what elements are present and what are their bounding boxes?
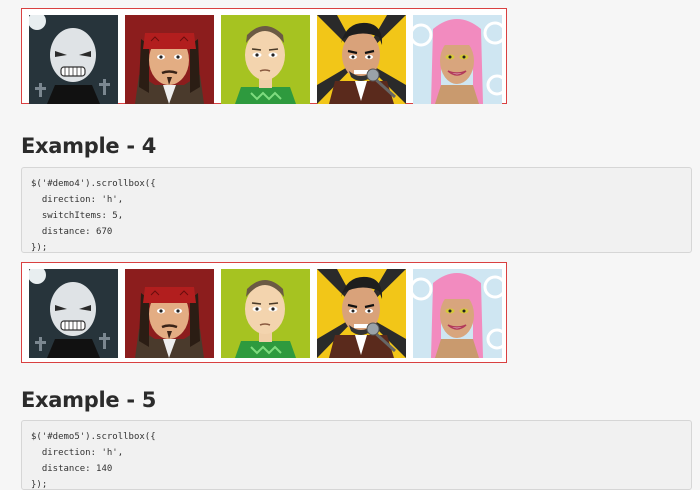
code-line: switchItems: 5, bbox=[31, 211, 124, 221]
avatar-bald-icon bbox=[221, 269, 310, 358]
avatar-bald[interactable] bbox=[221, 15, 310, 104]
scrollbox-gallery-demo4 bbox=[21, 262, 507, 363]
scrollbox-gallery bbox=[21, 8, 507, 104]
code-line: distance: 140 bbox=[31, 464, 113, 474]
example-5-heading: Example - 5 bbox=[21, 388, 157, 412]
example-4-heading: Example - 4 bbox=[21, 134, 157, 158]
code-line: direction: 'h', bbox=[31, 195, 124, 205]
example-4-code-block: $('#demo4').scrollbox({ direction: 'h', … bbox=[21, 167, 692, 253]
avatar-singer-icon bbox=[317, 269, 406, 358]
avatar-pink-hair[interactable] bbox=[413, 15, 502, 104]
code-line: distance: 670 bbox=[31, 227, 113, 237]
avatar-skull[interactable] bbox=[29, 269, 118, 358]
code-line: }); bbox=[31, 243, 48, 253]
example-5-code-block: $('#demo5').scrollbox({ direction: 'h', … bbox=[21, 420, 692, 490]
avatar-pirate[interactable] bbox=[125, 15, 214, 104]
avatar-singer[interactable] bbox=[317, 15, 406, 104]
avatar-pink-hair-icon bbox=[413, 15, 502, 104]
avatar-singer-icon bbox=[317, 15, 406, 104]
avatar-pirate-icon bbox=[125, 269, 214, 358]
avatar-skull-icon bbox=[29, 269, 118, 358]
avatar-singer[interactable] bbox=[317, 269, 406, 358]
code-line: direction: 'h', bbox=[31, 448, 124, 458]
code-line: $('#demo5').scrollbox({ bbox=[31, 432, 156, 442]
code-line: }); bbox=[31, 480, 48, 490]
avatar-pirate-icon bbox=[125, 15, 214, 104]
code-line: $('#demo4').scrollbox({ bbox=[31, 179, 156, 189]
avatar-skull[interactable] bbox=[29, 15, 118, 104]
avatar-skull-icon bbox=[29, 15, 118, 104]
avatar-pirate[interactable] bbox=[125, 269, 214, 358]
avatar-pink-hair-icon bbox=[413, 269, 502, 358]
avatar-bald[interactable] bbox=[221, 269, 310, 358]
avatar-pink-hair[interactable] bbox=[413, 269, 502, 358]
avatar-bald-icon bbox=[221, 15, 310, 104]
